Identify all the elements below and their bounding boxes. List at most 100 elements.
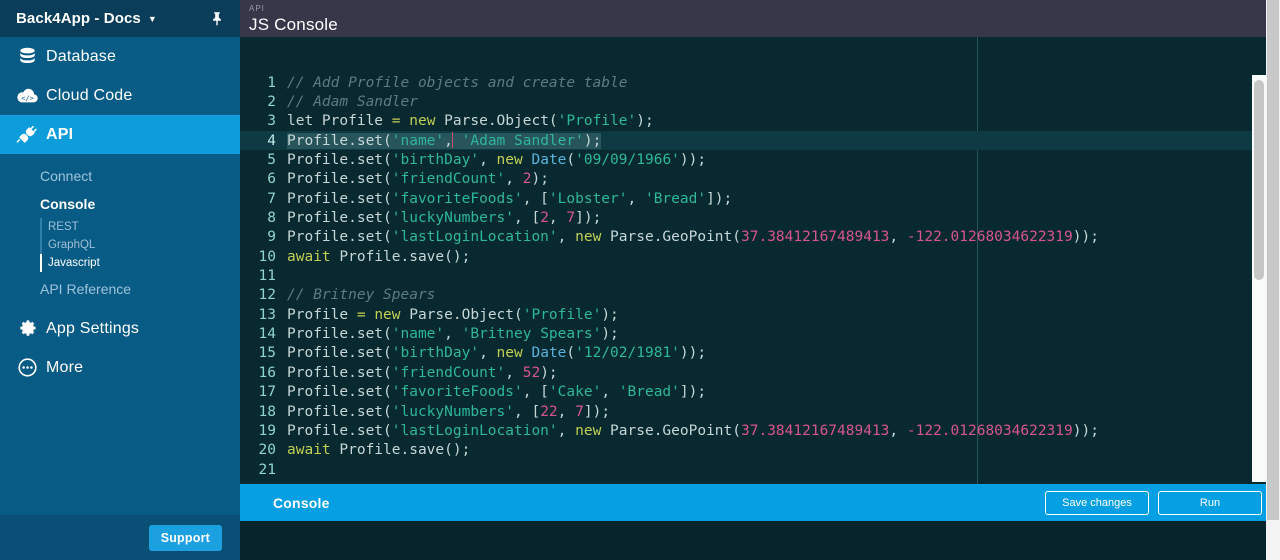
- code-text: // Add Profile objects and create table: [287, 74, 628, 91]
- line-number: 11: [258, 268, 276, 285]
- app-root: Back4App - Docs ▼ Database </> Cloud Cod…: [0, 0, 1280, 560]
- sidebar-item-app-settings[interactable]: App Settings: [0, 309, 240, 348]
- code-text: // Adam Sandler: [287, 94, 418, 111]
- sidebar-subitem-connect[interactable]: Connect: [0, 162, 240, 190]
- code-line[interactable]: 19 Profile.set('lastLoginLocation', new P…: [240, 421, 1280, 440]
- code-line[interactable]: 20 await Profile.save();: [240, 441, 1280, 460]
- sidebar-item-label: API: [46, 125, 74, 143]
- line-number: 15: [258, 345, 276, 362]
- code-editor[interactable]: 1 // Add Profile objects and create table…: [240, 37, 1280, 484]
- page-title: JS Console: [249, 15, 338, 34]
- code-line[interactable]: 12 // Britney Spears: [240, 286, 1280, 305]
- line-number: 4: [267, 132, 276, 149]
- editor-scrollbar-thumb[interactable]: [1254, 80, 1264, 280]
- code-text: Profile = new Parse.Object('Profile');: [287, 306, 619, 323]
- code-line[interactable]: 10 await Profile.save();: [240, 247, 1280, 266]
- code-text: Profile.set('name', 'Britney Spears');: [287, 326, 619, 343]
- sidebar-subitem-javascript[interactable]: Javascript: [0, 254, 240, 272]
- line-number: 8: [267, 210, 276, 227]
- sidebar-nav: Database </> Cloud Code API Connect Cons…: [0, 37, 240, 387]
- code-line[interactable]: 6 Profile.set('friendCount', 2);: [240, 170, 1280, 189]
- code-text: Profile.set('favoriteFoods', ['Cake', 'B…: [287, 384, 707, 401]
- svg-text:</>: </>: [21, 94, 34, 102]
- app-title: Back4App - Docs: [16, 10, 141, 27]
- code-line[interactable]: 21: [240, 460, 1280, 479]
- code-line[interactable]: 13 Profile = new Parse.Object('Profile');: [240, 305, 1280, 324]
- code-line[interactable]: 17 Profile.set('favoriteFoods', ['Cake', …: [240, 383, 1280, 402]
- line-number: 21: [258, 461, 276, 478]
- line-number: 1: [267, 74, 276, 91]
- code-line[interactable]: 14 Profile.set('name', 'Britney Spears');: [240, 324, 1280, 343]
- sidebar-subitem-console[interactable]: Console: [0, 190, 240, 218]
- code-text: Profile.set('luckyNumbers', [22, 7]);: [287, 403, 611, 420]
- sidebar-item-label: App Settings: [46, 319, 140, 337]
- code-text: Profile.set('name', 'Adam Sandler');: [287, 132, 602, 150]
- code-line[interactable]: 9 Profile.set('lastLoginLocation', new Pa…: [240, 228, 1280, 247]
- sidebar-item-database[interactable]: Database: [0, 37, 240, 76]
- code-text: let Profile = new Parse.Object('Profile'…: [287, 113, 654, 130]
- code-text: Profile.set('lastLoginLocation', new Par…: [287, 422, 1099, 439]
- sidebar-item-api[interactable]: API: [0, 115, 240, 154]
- code-text: Profile.set('friendCount', 2);: [287, 171, 549, 188]
- line-number: 9: [267, 229, 276, 246]
- sidebar-item-label: Cloud Code: [46, 86, 133, 104]
- code-line[interactable]: 11: [240, 266, 1280, 285]
- ellipsis-circle-icon: [8, 357, 46, 378]
- sidebar-item-cloud-code[interactable]: </> Cloud Code: [0, 76, 240, 115]
- run-button[interactable]: Run: [1158, 490, 1262, 515]
- line-number: 20: [258, 442, 276, 459]
- page-scrollbar[interactable]: [1266, 0, 1280, 560]
- code-line[interactable]: 5 Profile.set('birthDay', new Date('09/09…: [240, 150, 1280, 169]
- bottom-strip: [240, 521, 1280, 560]
- line-number: 14: [258, 326, 276, 343]
- support-button[interactable]: Support: [148, 524, 222, 551]
- main-content: API JS Console 1 // Add Profile objects a…: [240, 0, 1280, 560]
- line-number: 12: [258, 287, 276, 304]
- code-editor-container[interactable]: 1 // Add Profile objects and create table…: [240, 37, 1280, 484]
- code-line[interactable]: 1 // Add Profile objects and create table: [240, 73, 1280, 92]
- sidebar-footer: Support: [0, 515, 240, 560]
- console-toolbar: Console Save changes Run: [240, 484, 1280, 521]
- code-line[interactable]: 3 let Profile = new Parse.Object('Profile…: [240, 112, 1280, 131]
- console-actions: Save changes Run: [1045, 490, 1262, 515]
- code-text: Profile.set('birthDay', new Date('09/09/…: [287, 152, 707, 169]
- line-number: 2: [267, 94, 276, 111]
- code-text: await Profile.save();: [287, 442, 471, 459]
- sidebar-item-more[interactable]: More: [0, 348, 240, 387]
- code-line[interactable]: 15 Profile.set('birthDay', new Date('12/0…: [240, 344, 1280, 363]
- line-number: 3: [267, 113, 276, 130]
- line-number: 10: [258, 248, 276, 265]
- code-line[interactable]: 7 Profile.set('favoriteFoods', ['Lobster'…: [240, 189, 1280, 208]
- breadcrumb: API: [249, 4, 265, 13]
- line-number: 17: [258, 384, 276, 401]
- save-changes-button[interactable]: Save changes: [1045, 490, 1149, 515]
- pin-icon[interactable]: [206, 8, 228, 30]
- database-icon: [8, 46, 46, 67]
- line-number: 7: [267, 190, 276, 207]
- code-line[interactable]: 8 Profile.set('luckyNumbers', [2, 7]);: [240, 208, 1280, 227]
- gear-icon: [8, 318, 46, 339]
- code-line[interactable]: 4 Profile.set('name', 'Adam Sandler');: [240, 131, 1280, 151]
- chevron-down-icon[interactable]: ▼: [148, 15, 157, 24]
- page-scrollbar-thumb[interactable]: [1267, 0, 1279, 520]
- code-line[interactable]: 2 // Adam Sandler: [240, 92, 1280, 111]
- page-header: API JS Console: [240, 0, 1280, 37]
- sidebar-item-label: More: [46, 358, 84, 376]
- line-number: 18: [258, 403, 276, 420]
- sidebar-header[interactable]: Back4App - Docs ▼: [0, 0, 240, 37]
- code-line[interactable]: 18 Profile.set('luckyNumbers', [22, 7]);: [240, 402, 1280, 421]
- code-text: Profile.set('favoriteFoods', ['Lobster',…: [287, 190, 733, 207]
- line-number: 19: [258, 422, 276, 439]
- cloud-code-icon: </>: [8, 87, 46, 105]
- sidebar-subnav-api: Connect Console REST GraphQL Javascript …: [0, 154, 240, 309]
- code-text: // Britney Spears: [287, 287, 436, 304]
- sidebar-subitem-graphql[interactable]: GraphQL: [0, 236, 240, 254]
- sidebar-subitem-api-reference[interactable]: API Reference: [0, 272, 240, 303]
- sidebar-subitem-rest[interactable]: REST: [0, 218, 240, 236]
- code-line[interactable]: 16 Profile.set('friendCount', 52);: [240, 363, 1280, 382]
- code-text: Profile.set('birthDay', new Date('12/02/…: [287, 345, 707, 362]
- editor-scrollbar[interactable]: [1252, 75, 1266, 482]
- line-number: 6: [267, 171, 276, 188]
- line-number: 13: [258, 306, 276, 323]
- console-label: Console: [273, 494, 330, 511]
